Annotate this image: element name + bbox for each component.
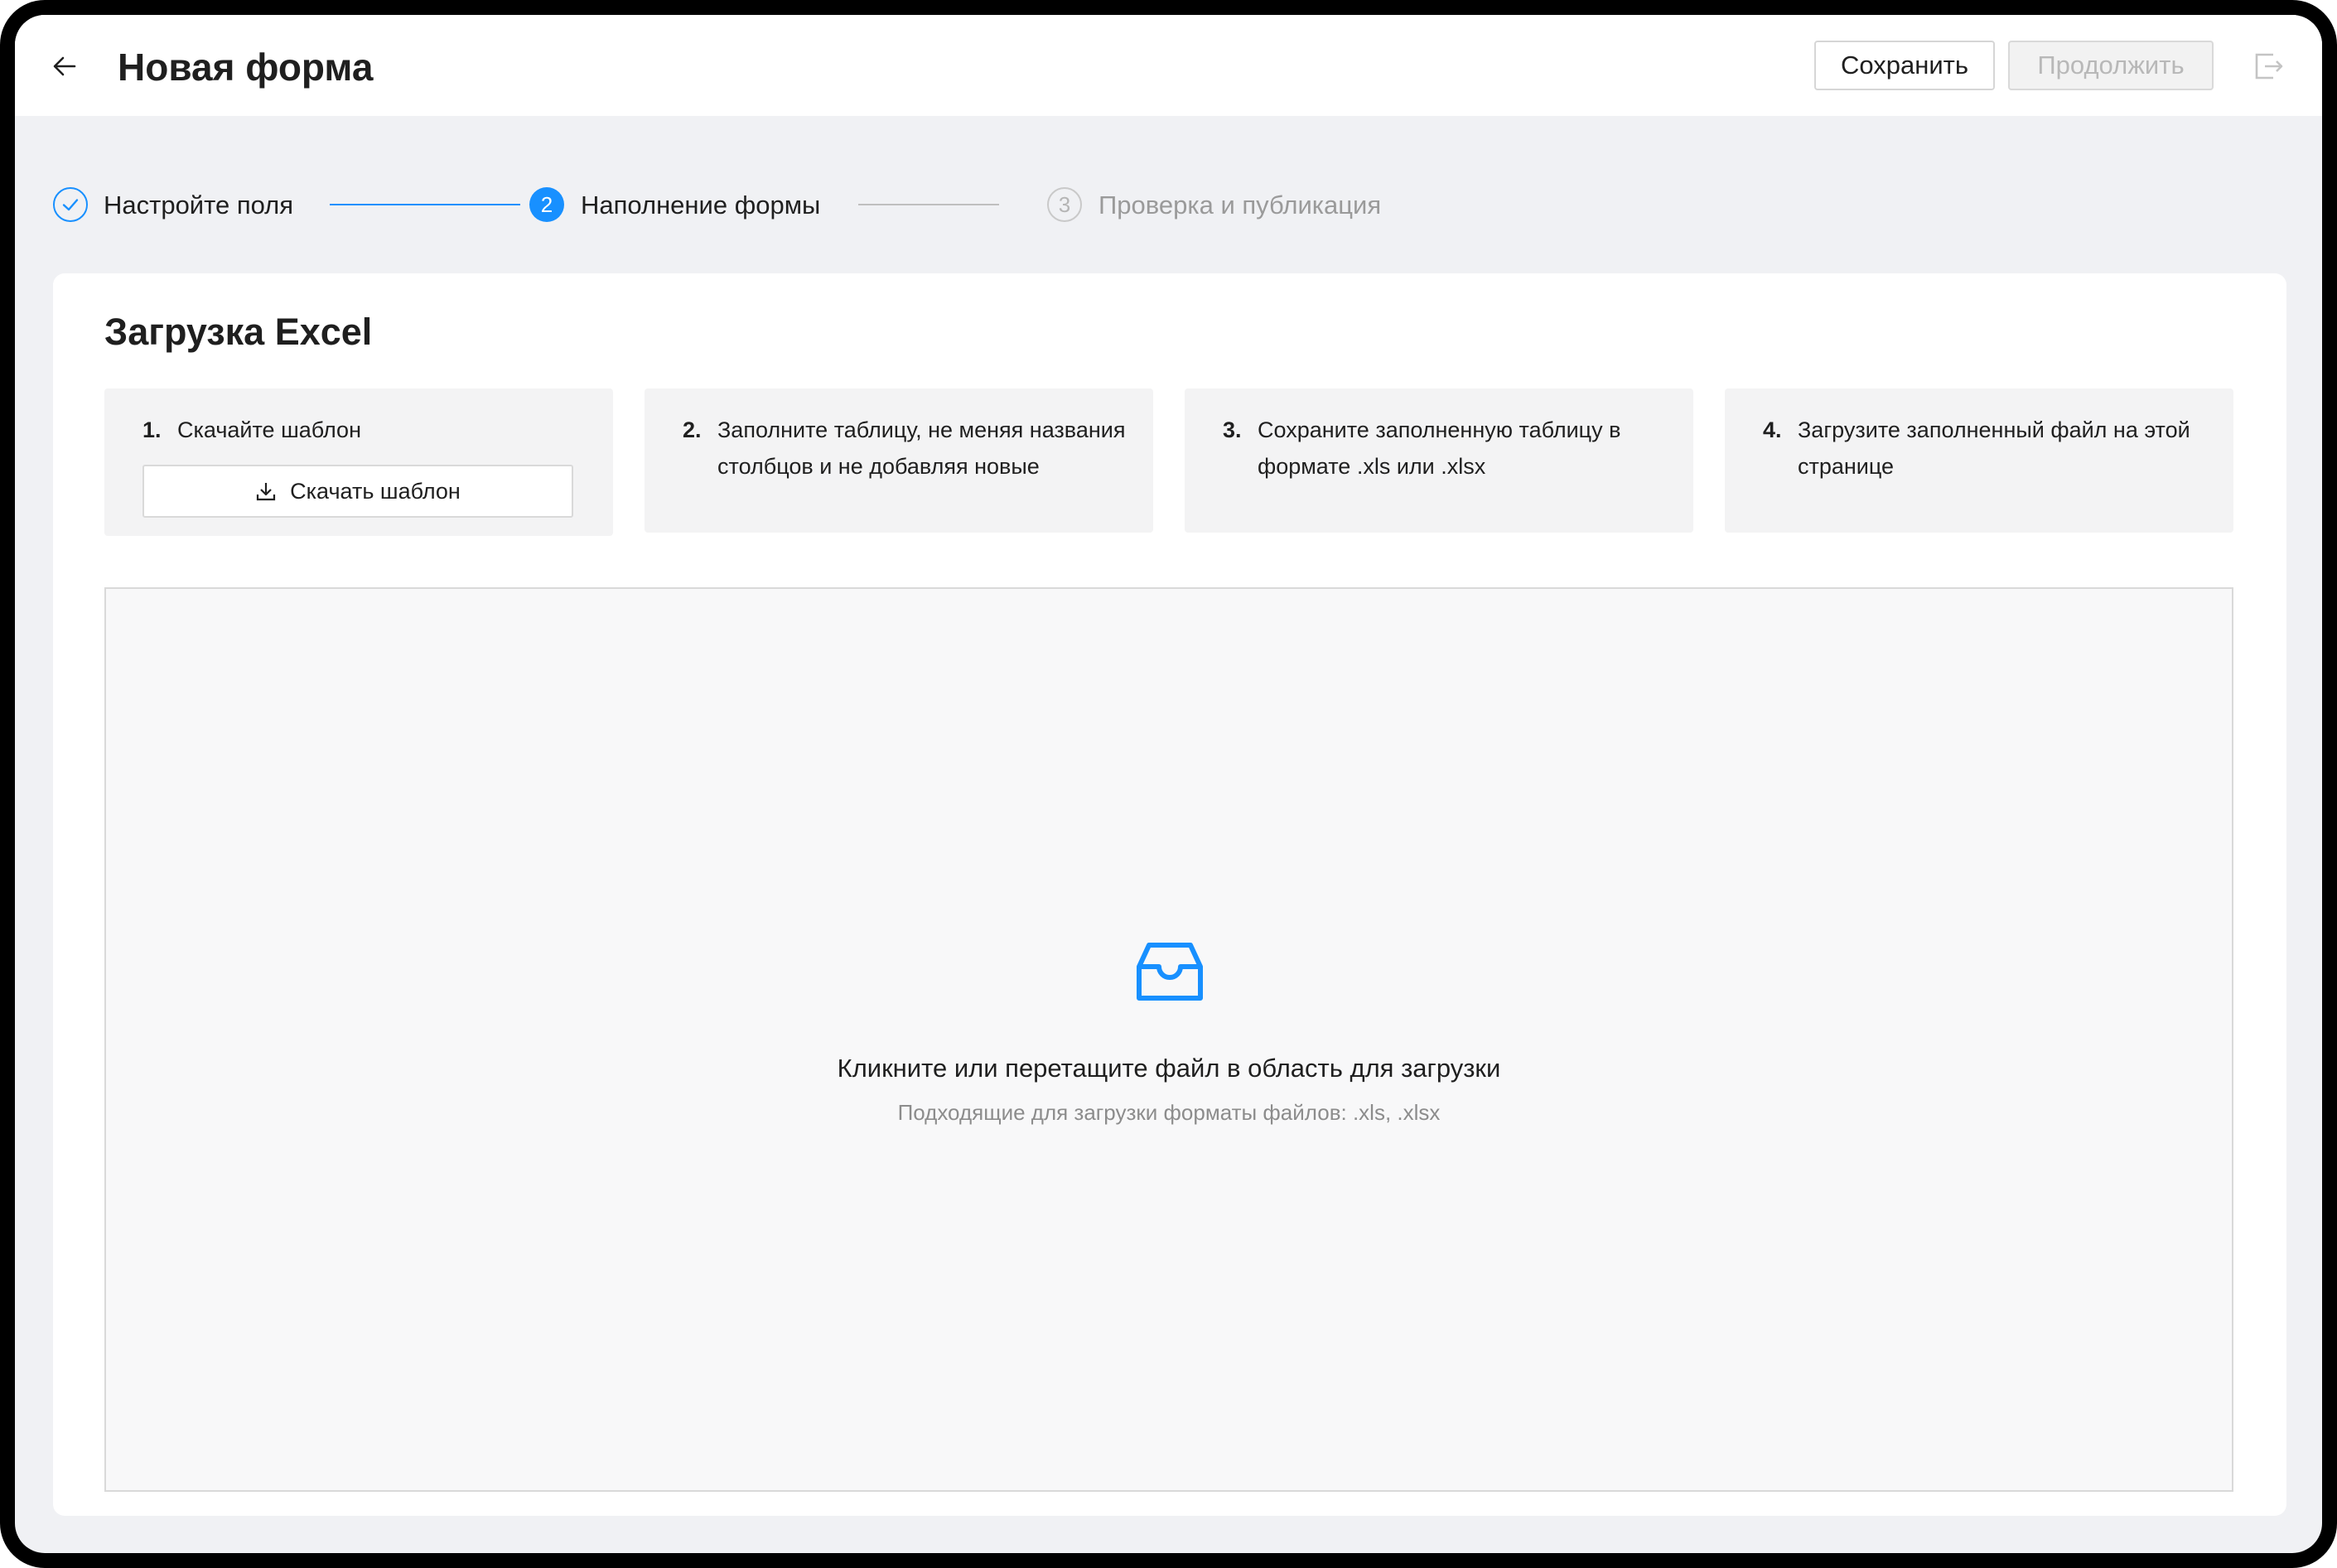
download-icon [257,483,276,501]
save-button[interactable]: Сохранить [1814,41,1995,90]
instruction-card-3: 3. Сохраните заполненную таблицу в форма… [1185,388,1693,533]
progress-stepper: Настройте поля 2 Наполнение формы 3 Пров… [53,186,1381,227]
device-frame: Новая форма Сохранить Продолжить Настрой… [0,0,2337,1568]
continue-button[interactable]: Продолжить [2008,41,2214,90]
arrow-left-icon [53,56,76,76]
step-3-label: Проверка и публикация [1098,191,1382,220]
instruction-number: 1. [142,417,162,442]
step-2-label: Наполнение формы [581,191,821,220]
step-connector-1 [330,204,520,205]
instruction-card-1: 1. Скачайте шаблон Скачать шаблон [104,388,613,536]
instruction-number: 3. [1223,417,1242,442]
instruction-number: 2. [683,417,702,442]
instruction-text: Сохраните заполненную таблицу в формате … [1258,417,1621,479]
section-title: Загрузка Excel [104,311,373,353]
file-dropzone[interactable]: Кликните или перетащите файл в область д… [104,587,2233,1492]
step-3-number: 3 [1047,187,1082,222]
download-template-button[interactable]: Скачать шаблон [142,465,573,518]
back-button[interactable] [48,50,81,83]
exit-button[interactable] [2252,50,2285,83]
exit-icon [2255,53,2283,80]
instruction-text: Скачайте шаблон [177,417,361,442]
page-title: Новая форма [118,46,374,89]
step-2-number: 2 [529,187,564,222]
download-button-label: Скачать шаблон [290,478,461,504]
instruction-text: Загрузите заполненный файл на этой стран… [1798,417,2190,479]
instruction-card-4: 4. Загрузите заполненный файл на этой ст… [1725,388,2233,533]
step-connector-2 [858,204,999,205]
header-bar: Новая форма Сохранить Продолжить [15,15,2322,116]
dropzone-hint: Подходящие для загрузки форматы файлов: … [897,1100,1441,1125]
instruction-text: Заполните таблицу, не меняя названия сто… [717,417,1126,479]
app-screen: Новая форма Сохранить Продолжить Настрой… [15,15,2322,1553]
check-icon [62,199,79,211]
upload-card: Загрузка Excel 1. Скачайте шаблон Скачат… [53,273,2286,1516]
dropzone-text: Кликните или перетащите файл в область д… [837,1054,1501,1083]
instruction-card-2: 2. Заполните таблицу, не меняя названия … [645,388,1153,533]
step-1-label: Настройте поля [104,191,294,220]
instruction-number: 4. [1763,417,1782,442]
inbox-icon [1137,943,1203,1001]
step-1-done-indicator [53,187,88,222]
